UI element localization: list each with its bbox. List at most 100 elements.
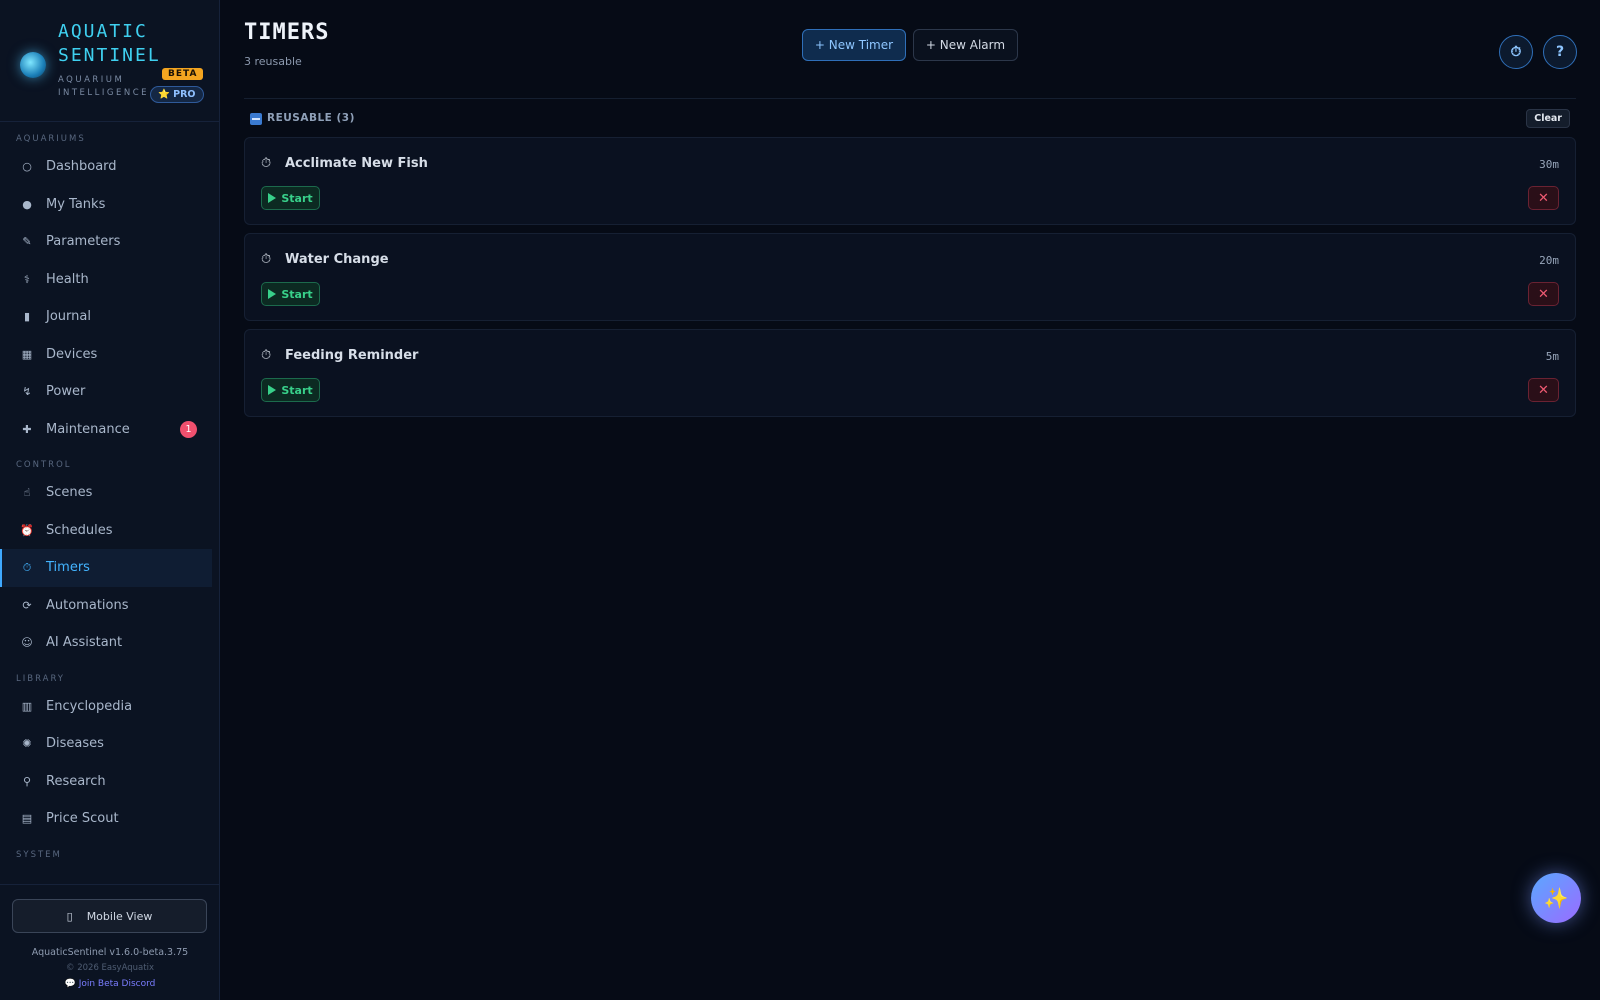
pro-badge[interactable]: ⭐ PRO (150, 86, 204, 103)
ai-assistant-fab[interactable]: ✨ (1531, 873, 1581, 923)
sidebar-footer: ▯ Mobile View AquaticSentinel v1.6.0-bet… (0, 884, 220, 1000)
aquarium-logo-icon (20, 52, 46, 78)
mobile-phone-icon: ▯ (66, 909, 73, 923)
repeat-icon: ⟳ (22, 598, 32, 612)
start-label: Start (281, 191, 313, 205)
microscope-icon: ⚲ (22, 774, 32, 788)
alarm-clock-icon: ⏰ (20, 523, 34, 537)
stopwatch-plus-icon: ⏱ (1510, 44, 1522, 60)
notebook-icon: ▮ (23, 310, 31, 324)
brand: AQUATIC SENTINEL AQUARIUM INTELLIGENCE B… (0, 0, 219, 122)
app-version: AquaticSentinel v1.6.0-beta.3.75 (31, 947, 189, 958)
play-icon (268, 289, 277, 299)
beta-badge: BETA (162, 68, 204, 80)
pointing-hand-icon: ☝ (23, 486, 31, 500)
copyright: © 2026 EasyAquatix (66, 963, 154, 973)
help-button[interactable]: ? (1543, 35, 1577, 69)
play-icon (268, 385, 277, 395)
power-plug-icon: ↯ (22, 385, 32, 399)
reusable-section-header: REUSABLE (3) Clear (244, 108, 1576, 130)
sidebar-item-price-scout[interactable]: ▤ Price Scout (0, 800, 212, 838)
new-timer-button[interactable]: + New Timer (802, 29, 906, 61)
microbe-icon: ✺ (22, 737, 32, 751)
page-subtitle: 3 reusable (244, 55, 302, 68)
play-icon (268, 193, 277, 203)
nav-section-label: SYSTEM (16, 849, 62, 860)
sidebar-item-label: Timers (46, 560, 90, 576)
circle-icon: ○ (22, 160, 32, 174)
sidebar-item-label: Automations (46, 597, 129, 613)
delete-timer-button[interactable]: ✕ (1528, 378, 1559, 402)
sidebar-item-schedules[interactable]: ⏰ Schedules (0, 512, 212, 550)
stopwatch-icon: ⏱ (261, 252, 272, 267)
nav-section-label: LIBRARY (16, 673, 66, 684)
sidebar-item-label: Diseases (46, 736, 104, 752)
brand-subtitle: AQUARIUM INTELLIGENCE (58, 75, 150, 98)
timer-card: ⏱ Water Change 20m Start ✕ (244, 233, 1576, 321)
sidebar-item-ai-assistant[interactable]: ☺ AI Assistant (0, 624, 212, 662)
sidebar-item-journal[interactable]: ▮ Journal (0, 298, 212, 336)
sidebar-item-research[interactable]: ⚲ Research (0, 763, 212, 801)
start-label: Start (281, 287, 313, 301)
header-divider (244, 98, 1576, 99)
delete-timer-button[interactable]: ✕ (1528, 282, 1559, 306)
start-timer-button[interactable]: Start (261, 378, 320, 402)
sidebar-item-encyclopedia[interactable]: ▥ Encyclopedia (0, 688, 212, 726)
close-icon: ✕ (1538, 382, 1549, 398)
timer-card: ⏱ Feeding Reminder 5m Start ✕ (244, 329, 1576, 417)
start-timer-button[interactable]: Start (261, 186, 320, 210)
sidebar-item-power[interactable]: ↯ Power (0, 373, 212, 411)
test-tube-icon: ✎ (22, 235, 32, 249)
start-timer-button[interactable]: Start (261, 282, 320, 306)
sidebar-item-label: Schedules (46, 522, 113, 538)
sidebar-item-label: Encyclopedia (46, 698, 133, 714)
notification-badge: 1 (180, 420, 197, 438)
join-discord-link[interactable]: 💬 Join Beta Discord (0, 979, 220, 989)
sidebar-item-dashboard[interactable]: ○ Dashboard (0, 148, 212, 186)
devices-icon: ▦ (21, 347, 33, 361)
sidebar-nav: AQUARIUMS ○ Dashboard ● My Tanks ✎ Parameters ⚕… (0, 122, 212, 884)
nav-section-label: CONTROL (16, 460, 72, 470)
robot-icon: ☺ (21, 636, 33, 650)
sidebar-item-label: Health (46, 271, 89, 287)
timer-card: ⏱ Acclimate New Fish 30m Start ✕ (244, 137, 1576, 225)
clear-button[interactable]: Clear (1526, 109, 1570, 128)
close-icon: ✕ (1538, 190, 1549, 206)
stethoscope-icon: ⚕ (24, 272, 30, 286)
add-quick-timer-button[interactable]: ⏱ (1499, 35, 1533, 69)
sidebar-item-scenes[interactable]: ☝ Scenes (0, 474, 212, 512)
fish-tank-icon: ● (22, 197, 32, 211)
sidebar-item-devices[interactable]: ▦ Devices (0, 336, 212, 374)
sidebar-item-label: Research (46, 773, 106, 789)
timer-duration: 5m (1545, 350, 1559, 363)
mobile-view-label: Mobile View (86, 909, 153, 923)
new-alarm-button[interactable]: + New Alarm (913, 29, 1018, 61)
sidebar-item-label: Devices (46, 346, 98, 362)
sidebar-item-health[interactable]: ⚕ Health (0, 261, 212, 299)
page-title: TIMERS (244, 20, 330, 45)
sidebar-item-label: Power (46, 384, 86, 400)
sidebar-item-diseases[interactable]: ✺ Diseases (0, 725, 212, 763)
stopwatch-icon: ⏱ (22, 560, 32, 574)
sidebar-item-label: My Tanks (46, 196, 106, 212)
timer-name: Water Change (285, 252, 389, 267)
main-content: TIMERS 3 reusable + New Timer + New Alar… (244, 0, 1577, 1000)
timer-name: Feeding Reminder (285, 348, 419, 363)
sidebar-item-label: Maintenance (46, 421, 130, 437)
timer-duration: 20m (1539, 254, 1559, 267)
delete-timer-button[interactable]: ✕ (1528, 186, 1559, 210)
collapse-toggle-icon[interactable] (250, 113, 262, 125)
sidebar-item-label: Dashboard (46, 159, 117, 175)
mobile-view-button[interactable]: ▯ Mobile View (12, 899, 207, 933)
sidebar: AQUATIC SENTINEL AQUARIUM INTELLIGENCE B… (0, 0, 220, 1000)
stopwatch-icon: ⏱ (261, 348, 272, 363)
sidebar-item-parameters[interactable]: ✎ Parameters (0, 223, 212, 261)
sidebar-item-timers[interactable]: ⏱ Timers (0, 549, 212, 587)
help-icon: ? (1555, 44, 1565, 60)
sidebar-item-maintenance[interactable]: ✚ Maintenance 1 (0, 411, 212, 449)
cash-register-icon: ▤ (21, 812, 33, 826)
sidebar-item-my-tanks[interactable]: ● My Tanks (0, 186, 212, 224)
sidebar-item-label: Journal (46, 309, 91, 325)
sidebar-item-automations[interactable]: ⟳ Automations (0, 587, 212, 625)
section-label: REUSABLE (3) (267, 112, 355, 124)
